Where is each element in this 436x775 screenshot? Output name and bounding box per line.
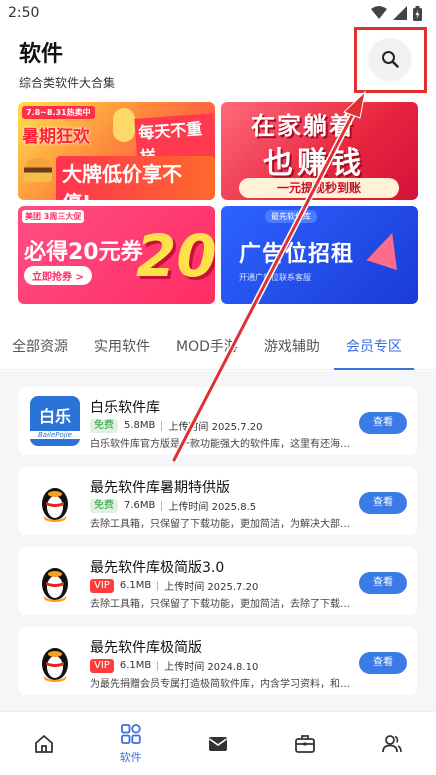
- app-icon-subtext: BailePojie: [30, 431, 80, 439]
- list-item[interactable]: 白乐 BailePojie 白乐软件库 免费 5.8MB 上传时间 2025.7…: [18, 387, 417, 455]
- category-tabs: 全部资源 实用软件 MOD手游 游戏辅助 会员专区: [0, 330, 436, 370]
- triangle-decoration-icon: [366, 227, 408, 271]
- status-icons: [371, 5, 422, 21]
- banner-headline: 必得20元券: [24, 240, 143, 265]
- bunny-mascot-icon: [113, 108, 135, 142]
- view-button[interactable]: 查看: [359, 572, 407, 594]
- home-icon: [34, 734, 53, 753]
- nav-profile[interactable]: [362, 733, 422, 755]
- banner-headline: 暑期狂欢: [22, 127, 90, 147]
- app-description: 去除工具箱，只保留了下载功能，更加简洁，去除了下载时的: [90, 599, 358, 610]
- upload-date: 上传时间 2025.8.5: [168, 502, 257, 513]
- banner-headline: 广告位招租: [239, 242, 355, 267]
- divider: [161, 420, 163, 431]
- view-button[interactable]: 查看: [359, 412, 407, 434]
- banner-headline: 在家躺着: [251, 112, 355, 140]
- meituan-logo: 美团 3周三大促: [22, 210, 85, 223]
- tab-vip-zone[interactable]: 会员专区: [333, 330, 414, 370]
- upload-date: 上传时间 2024.8.10: [164, 662, 259, 673]
- wifi-icon: [371, 6, 387, 19]
- banner-grid: 7.8~8.31热卖中 暑期狂欢 每天不重样 大牌低价享不停! 在家躺着 也赚钱…: [18, 102, 418, 304]
- banner-subline: 开通广告位联系客服: [239, 273, 311, 282]
- app-meta: 免费 5.8MB 上传时间 2025.7.20: [90, 418, 262, 433]
- mail-icon: [208, 736, 227, 751]
- page-header: 软件 综合类软件大合集: [19, 36, 115, 91]
- highlight-box: [354, 27, 427, 93]
- divider: [157, 660, 159, 671]
- signal-icon: [393, 6, 407, 20]
- battery-icon: [413, 5, 422, 21]
- app-size: 7.6MB: [124, 500, 156, 511]
- status-bar: 2:50: [0, 0, 436, 26]
- app-description: 为最先捐赠会员专属打造极简软件库，内含学习资料，和各种: [90, 679, 358, 690]
- burger-icon: [24, 158, 52, 182]
- bottom-nav: 软件: [0, 711, 436, 775]
- price-badge: 免费: [90, 498, 118, 513]
- banner-headline-2: 也赚钱: [263, 146, 365, 181]
- tab-all-resources[interactable]: 全部资源: [12, 330, 68, 370]
- tab-game-assist[interactable]: 游戏辅助: [264, 330, 320, 370]
- grid-icon: [120, 723, 141, 744]
- banner-summer-sale[interactable]: 7.8~8.31热卖中 暑期狂欢 每天不重样 大牌低价享不停!: [18, 102, 215, 200]
- app-size: 6.1MB: [119, 580, 152, 591]
- nav-messages[interactable]: [188, 733, 248, 755]
- view-button[interactable]: 查看: [359, 492, 407, 514]
- app-size: 6.1MB: [119, 660, 152, 671]
- banner-subline: 大牌低价享不停!: [56, 156, 215, 200]
- app-icon-text: 白乐: [38, 407, 71, 426]
- banner-subline: 一元提现秒到账: [239, 178, 399, 198]
- vip-badge: VIP: [90, 578, 114, 593]
- tab-utility-software[interactable]: 实用软件: [94, 330, 150, 370]
- penguin-icon: [30, 636, 80, 686]
- banner-tag: 最先软件库: [265, 210, 317, 223]
- app-meta: VIP 6.1MB 上传时间 2025.7.20: [90, 578, 258, 593]
- list-item[interactable]: 最先软件库极简版3.0 VIP 6.1MB 上传时间 2025.7.20 去除工…: [18, 547, 417, 615]
- banner-tag: 7.8~8.31热卖中: [22, 106, 95, 119]
- nav-toolbox[interactable]: [275, 733, 335, 755]
- divider: [161, 500, 163, 511]
- banner-ad-space[interactable]: 最先软件库 广告位招租 开通广告位联系客服: [221, 206, 418, 304]
- tab-mod-games[interactable]: MOD手游: [176, 330, 238, 370]
- app-description: 去除工具箱，只保留了下载功能，更加简洁，为解决大部分用: [90, 519, 358, 530]
- app-list: 白乐 BailePojie 白乐软件库 免费 5.8MB 上传时间 2025.7…: [0, 371, 436, 711]
- app-meta: VIP 6.1MB 上传时间 2024.8.10: [90, 658, 258, 673]
- banner-big-number: 20: [136, 222, 215, 290]
- penguin-icon: [30, 476, 80, 526]
- banner-claim-button[interactable]: 立即抢券 >: [24, 266, 92, 285]
- app-meta: 免费 7.6MB 上传时间 2025.8.5: [90, 498, 256, 513]
- price-badge: 免费: [90, 418, 118, 433]
- view-button[interactable]: 查看: [359, 652, 407, 674]
- banner-coupon[interactable]: 美团 3周三大促 必得20元券 立即抢券 > 20: [18, 206, 215, 304]
- users-icon: [382, 734, 403, 752]
- banner-earn-at-home[interactable]: 在家躺着 也赚钱 一元提现秒到账: [221, 102, 418, 200]
- page-title: 软件: [19, 42, 64, 67]
- app-name: 白乐软件库: [90, 400, 160, 416]
- nav-home[interactable]: [14, 733, 74, 755]
- nav-label: 软件: [119, 750, 142, 764]
- app-description: 白乐软件库官方版是一款功能强大的软件库，这里有还海量的: [90, 439, 358, 450]
- app-name: 最先软件库极简版: [90, 640, 202, 656]
- nav-software[interactable]: 软件: [101, 723, 161, 765]
- penguin-icon: [30, 556, 80, 606]
- vip-badge: VIP: [90, 658, 114, 673]
- upload-date: 上传时间 2025.7.20: [164, 582, 259, 593]
- toolbox-icon: [295, 734, 316, 753]
- upload-date: 上传时间 2025.7.20: [168, 422, 263, 433]
- list-item[interactable]: 最先软件库暑期特供版 免费 7.6MB 上传时间 2025.8.5 去除工具箱，…: [18, 467, 417, 535]
- page-subtitle: 综合类软件大合集: [19, 76, 116, 90]
- app-name: 最先软件库极简版3.0: [90, 560, 225, 576]
- list-item[interactable]: 最先软件库极简版 VIP 6.1MB 上传时间 2024.8.10 为最先捐赠会…: [18, 627, 417, 695]
- divider: [157, 580, 159, 591]
- app-size: 5.8MB: [124, 420, 156, 431]
- baile-logo-icon: 白乐 BailePojie: [30, 396, 80, 446]
- status-time: 2:50: [8, 5, 40, 21]
- app-name: 最先软件库暑期特供版: [90, 480, 230, 496]
